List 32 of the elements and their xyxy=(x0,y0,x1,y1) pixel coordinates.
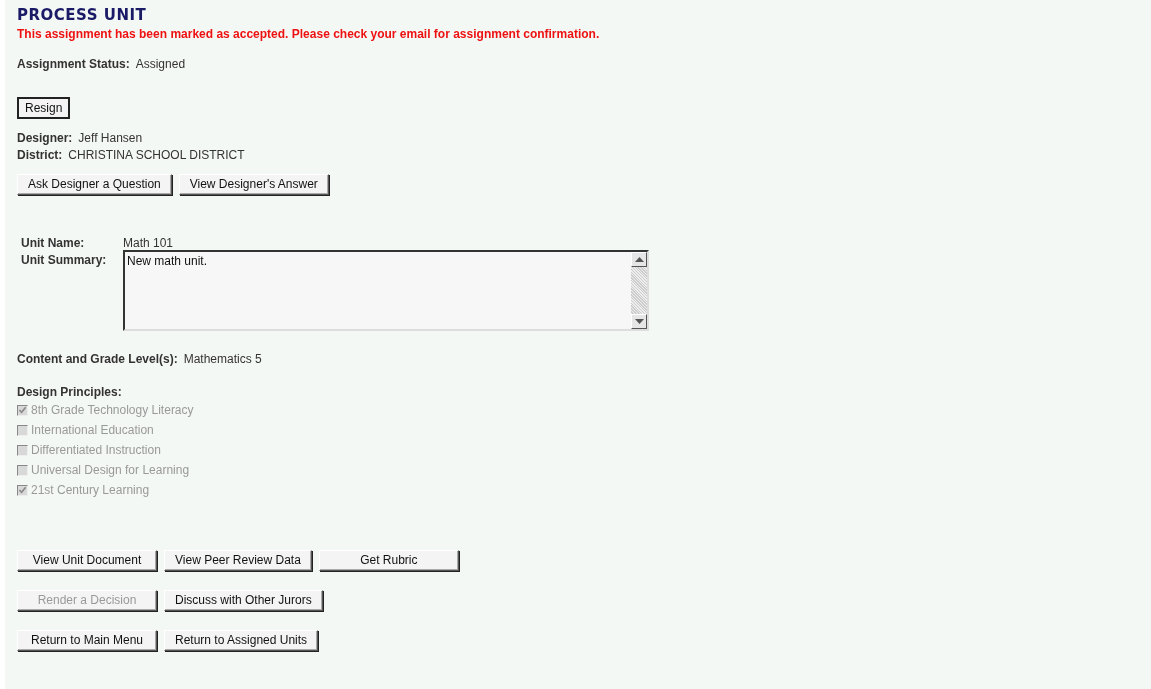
field-value: CHRISTINA SCHOOL DISTRICT xyxy=(68,148,245,162)
field-label: Unit Name: xyxy=(21,235,86,252)
section-heading: Design Principles: xyxy=(17,384,123,401)
designer-button[interactable]: View Designer's Answer xyxy=(178,174,329,195)
checkbox-label: 8th Grade Technology Literacy xyxy=(31,402,194,418)
field-label: District: xyxy=(17,148,63,162)
checkbox-label: International Education xyxy=(31,422,154,438)
checkbox-label: Universal Design for Learning xyxy=(31,462,190,478)
scroll-down-icon[interactable] xyxy=(634,319,644,324)
scroll-up-icon[interactable] xyxy=(634,257,644,262)
field-value: Math 101 xyxy=(123,235,174,252)
page-title: PROCESS UNIT xyxy=(17,6,148,24)
action-button[interactable]: Get Rubric xyxy=(318,550,459,571)
checkbox-label: 21st Century Learning xyxy=(31,482,150,498)
field-label: Designer: xyxy=(17,131,73,145)
field-value: Assigned xyxy=(135,57,186,71)
confirmation-message: This assignment has been marked as accepted. Please check your email for assignment confirmation. xyxy=(17,27,601,41)
action-button[interactable]: View Unit Document xyxy=(17,550,157,571)
summary-textarea[interactable]: New math unit. xyxy=(123,250,649,331)
resign-button[interactable]: Resign xyxy=(17,97,71,119)
field-label: Content and Grade Level(s): xyxy=(17,352,178,366)
field-value: Jeff Hansen xyxy=(78,131,143,145)
action-button[interactable]: Discuss with Other Jurors xyxy=(164,590,323,611)
checkbox-label: Differentiated Instruction xyxy=(31,442,161,458)
field-value: Mathematics 5 xyxy=(183,352,262,366)
scrollbar[interactable] xyxy=(631,252,647,329)
action-button[interactable]: Return to Main Menu xyxy=(17,630,157,651)
designer-button[interactable]: Ask Designer a Question xyxy=(17,174,172,195)
field-label: Assignment Status: xyxy=(17,57,130,71)
action-button[interactable]: View Peer Review Data xyxy=(164,550,312,571)
action-button[interactable]: Return to Assigned Units xyxy=(164,630,319,651)
field-label: Unit Summary: xyxy=(21,252,108,269)
